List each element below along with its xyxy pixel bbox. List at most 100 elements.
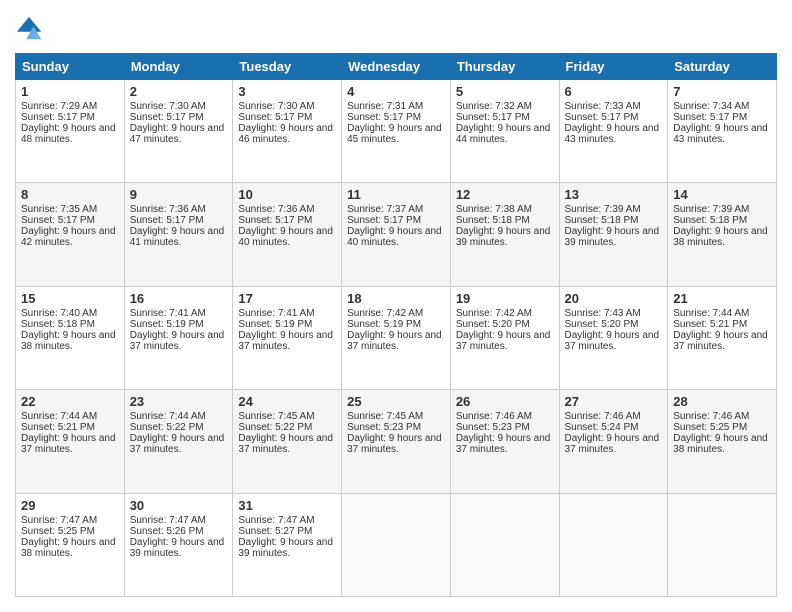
calendar-week-row: 22Sunrise: 7:44 AMSunset: 5:21 PMDayligh… (16, 390, 777, 493)
day-number: 5 (456, 84, 554, 99)
sunset-text: Sunset: 5:18 PM (21, 319, 95, 330)
calendar-table: SundayMondayTuesdayWednesdayThursdayFrid… (15, 53, 777, 597)
sunrise-text: Sunrise: 7:46 AM (456, 411, 532, 422)
sunrise-text: Sunrise: 7:47 AM (130, 515, 206, 526)
sunset-text: Sunset: 5:17 PM (238, 215, 312, 226)
daylight-text: Daylight: 9 hours and 45 minutes. (347, 123, 442, 145)
sunset-text: Sunset: 5:17 PM (347, 112, 421, 123)
daylight-text: Daylight: 9 hours and 43 minutes. (673, 123, 768, 145)
daylight-text: Daylight: 9 hours and 37 minutes. (21, 433, 116, 455)
day-number: 8 (21, 187, 119, 202)
day-number: 7 (673, 84, 771, 99)
sunrise-text: Sunrise: 7:40 AM (21, 308, 97, 319)
daylight-text: Daylight: 9 hours and 40 minutes. (238, 226, 333, 248)
sunset-text: Sunset: 5:24 PM (565, 422, 639, 433)
sunset-text: Sunset: 5:17 PM (238, 112, 312, 123)
sunrise-text: Sunrise: 7:42 AM (456, 308, 532, 319)
sunset-text: Sunset: 5:19 PM (130, 319, 204, 330)
day-number: 22 (21, 394, 119, 409)
day-number: 24 (238, 394, 336, 409)
calendar-cell: 23Sunrise: 7:44 AMSunset: 5:22 PMDayligh… (124, 390, 233, 493)
sunrise-text: Sunrise: 7:32 AM (456, 101, 532, 112)
logo-icon (15, 15, 43, 43)
calendar-cell: 22Sunrise: 7:44 AMSunset: 5:21 PMDayligh… (16, 390, 125, 493)
calendar-cell: 28Sunrise: 7:46 AMSunset: 5:25 PMDayligh… (668, 390, 777, 493)
calendar-cell: 6Sunrise: 7:33 AMSunset: 5:17 PMDaylight… (559, 80, 668, 183)
calendar-cell: 7Sunrise: 7:34 AMSunset: 5:17 PMDaylight… (668, 80, 777, 183)
calendar-cell: 11Sunrise: 7:37 AMSunset: 5:17 PMDayligh… (342, 183, 451, 286)
day-number: 1 (21, 84, 119, 99)
calendar-day-header: Friday (559, 54, 668, 80)
day-number: 30 (130, 498, 228, 513)
day-number: 12 (456, 187, 554, 202)
sunrise-text: Sunrise: 7:39 AM (565, 204, 641, 215)
daylight-text: Daylight: 9 hours and 37 minutes. (238, 330, 333, 352)
calendar-week-row: 15Sunrise: 7:40 AMSunset: 5:18 PMDayligh… (16, 286, 777, 389)
header (15, 15, 777, 43)
daylight-text: Daylight: 9 hours and 44 minutes. (456, 123, 551, 145)
daylight-text: Daylight: 9 hours and 37 minutes. (565, 433, 660, 455)
calendar-cell (450, 493, 559, 596)
sunset-text: Sunset: 5:22 PM (130, 422, 204, 433)
day-number: 17 (238, 291, 336, 306)
calendar-cell: 19Sunrise: 7:42 AMSunset: 5:20 PMDayligh… (450, 286, 559, 389)
day-number: 2 (130, 84, 228, 99)
sunset-text: Sunset: 5:19 PM (238, 319, 312, 330)
sunset-text: Sunset: 5:22 PM (238, 422, 312, 433)
sunset-text: Sunset: 5:17 PM (21, 112, 95, 123)
daylight-text: Daylight: 9 hours and 37 minutes. (347, 433, 442, 455)
sunset-text: Sunset: 5:17 PM (130, 215, 204, 226)
daylight-text: Daylight: 9 hours and 40 minutes. (347, 226, 442, 248)
calendar-header-row: SundayMondayTuesdayWednesdayThursdayFrid… (16, 54, 777, 80)
sunrise-text: Sunrise: 7:46 AM (565, 411, 641, 422)
calendar-cell: 18Sunrise: 7:42 AMSunset: 5:19 PMDayligh… (342, 286, 451, 389)
sunset-text: Sunset: 5:21 PM (673, 319, 747, 330)
day-number: 11 (347, 187, 445, 202)
sunrise-text: Sunrise: 7:45 AM (238, 411, 314, 422)
sunset-text: Sunset: 5:17 PM (673, 112, 747, 123)
daylight-text: Daylight: 9 hours and 37 minutes. (130, 433, 225, 455)
sunrise-text: Sunrise: 7:36 AM (238, 204, 314, 215)
calendar-day-header: Wednesday (342, 54, 451, 80)
daylight-text: Daylight: 9 hours and 37 minutes. (456, 330, 551, 352)
day-number: 4 (347, 84, 445, 99)
daylight-text: Daylight: 9 hours and 39 minutes. (565, 226, 660, 248)
sunset-text: Sunset: 5:23 PM (347, 422, 421, 433)
day-number: 3 (238, 84, 336, 99)
calendar-day-header: Sunday (16, 54, 125, 80)
day-number: 16 (130, 291, 228, 306)
sunset-text: Sunset: 5:18 PM (456, 215, 530, 226)
sunrise-text: Sunrise: 7:46 AM (673, 411, 749, 422)
sunrise-text: Sunrise: 7:44 AM (130, 411, 206, 422)
sunrise-text: Sunrise: 7:43 AM (565, 308, 641, 319)
calendar-cell: 16Sunrise: 7:41 AMSunset: 5:19 PMDayligh… (124, 286, 233, 389)
calendar-cell: 20Sunrise: 7:43 AMSunset: 5:20 PMDayligh… (559, 286, 668, 389)
calendar-cell: 12Sunrise: 7:38 AMSunset: 5:18 PMDayligh… (450, 183, 559, 286)
sunset-text: Sunset: 5:27 PM (238, 526, 312, 537)
day-number: 29 (21, 498, 119, 513)
calendar-week-row: 1Sunrise: 7:29 AMSunset: 5:17 PMDaylight… (16, 80, 777, 183)
sunrise-text: Sunrise: 7:47 AM (238, 515, 314, 526)
sunrise-text: Sunrise: 7:30 AM (130, 101, 206, 112)
daylight-text: Daylight: 9 hours and 37 minutes. (347, 330, 442, 352)
sunset-text: Sunset: 5:17 PM (565, 112, 639, 123)
daylight-text: Daylight: 9 hours and 37 minutes. (565, 330, 660, 352)
sunset-text: Sunset: 5:23 PM (456, 422, 530, 433)
sunset-text: Sunset: 5:19 PM (347, 319, 421, 330)
sunrise-text: Sunrise: 7:38 AM (456, 204, 532, 215)
calendar-cell: 31 Sunrise: 7:47 AMSunset: 5:27 PMDayligh… (233, 493, 342, 596)
calendar-cell: 17Sunrise: 7:41 AMSunset: 5:19 PMDayligh… (233, 286, 342, 389)
day-number: 19 (456, 291, 554, 306)
day-number: 31 (238, 498, 336, 513)
sunrise-text: Sunrise: 7:35 AM (21, 204, 97, 215)
sunrise-text: Sunrise: 7:37 AM (347, 204, 423, 215)
sunrise-text: Sunrise: 7:47 AM (21, 515, 97, 526)
daylight-text: Daylight: 9 hours and 38 minutes. (21, 537, 116, 559)
daylight-text: Daylight: 9 hours and 37 minutes. (673, 330, 768, 352)
sunset-text: Sunset: 5:17 PM (130, 112, 204, 123)
sunset-text: Sunset: 5:25 PM (673, 422, 747, 433)
daylight-text: Daylight: 9 hours and 39 minutes. (238, 537, 333, 559)
calendar-cell: 21Sunrise: 7:44 AMSunset: 5:21 PMDayligh… (668, 286, 777, 389)
day-number: 21 (673, 291, 771, 306)
day-number: 14 (673, 187, 771, 202)
